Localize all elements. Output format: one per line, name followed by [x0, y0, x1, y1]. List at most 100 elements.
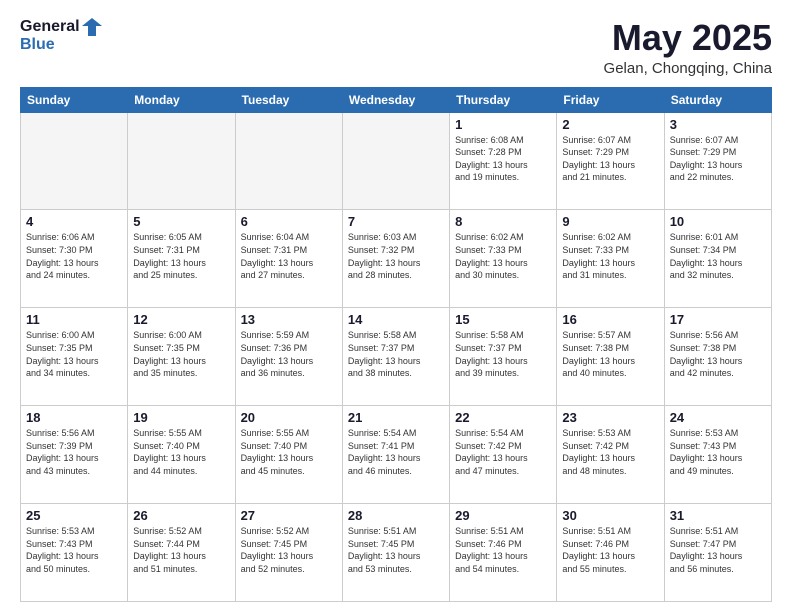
calendar-cell: 4Sunrise: 6:06 AMSunset: 7:30 PMDaylight… [21, 210, 128, 308]
calendar-cell: 12 Sunrise: 6:00 AMSunset: 7:35 PMDayligh… [128, 308, 235, 406]
calendar-cell: 29 Sunrise: 5:51 AMSunset: 7:46 PMDayligh… [450, 504, 557, 602]
calendar-cell: 11 Sunrise: 6:00 AMSunset: 7:35 PMDayligh… [21, 308, 128, 406]
calendar-header-sunday: Sunday [21, 87, 128, 112]
day-info: Sunrise: 5:53 AMSunset: 7:43 PMDaylight:… [670, 427, 766, 477]
calendar-cell: 6 Sunrise: 6:04 AMSunset: 7:31 PMDaylight… [235, 210, 342, 308]
calendar-cell: 8Sunrise: 6:02 AMSunset: 7:33 PMDaylight… [450, 210, 557, 308]
day-info: Sunrise: 5:53 AMSunset: 7:42 PMDaylight:… [562, 427, 658, 477]
calendar-cell [21, 112, 128, 210]
calendar-cell: 16Sunrise: 5:57 AMSunset: 7:38 PMDayligh… [557, 308, 664, 406]
calendar-header-wednesday: Wednesday [342, 87, 449, 112]
day-number: 19 [133, 410, 229, 425]
day-number: 15 [455, 312, 551, 327]
calendar-cell: 9 Sunrise: 6:02 AMSunset: 7:33 PMDaylight… [557, 210, 664, 308]
page: GeneralBlue May 2025 Gelan, Chongqing, C… [0, 0, 792, 612]
calendar-week-4: 18 Sunrise: 5:56 AMSunset: 7:39 PMDayligh… [21, 406, 772, 504]
day-info: Sunrise: 5:52 AMSunset: 7:45 PMDaylight:… [241, 525, 337, 575]
calendar-cell: 25Sunrise: 5:53 AMSunset: 7:43 PMDayligh… [21, 504, 128, 602]
calendar-week-3: 11 Sunrise: 6:00 AMSunset: 7:35 PMDayligh… [21, 308, 772, 406]
calendar-cell: 27 Sunrise: 5:52 AMSunset: 7:45 PMDayligh… [235, 504, 342, 602]
day-info: Sunrise: 6:02 AMSunset: 7:33 PMDaylight:… [562, 231, 658, 281]
day-number: 27 [241, 508, 337, 523]
day-number: 7 [348, 214, 444, 229]
day-number: 2 [562, 117, 658, 132]
day-info: Sunrise: 5:51 AMSunset: 7:46 PMDaylight:… [455, 525, 551, 575]
day-info: Sunrise: 5:51 AMSunset: 7:46 PMDaylight:… [562, 525, 658, 575]
day-info: Sunrise: 6:00 AMSunset: 7:35 PMDaylight:… [133, 329, 229, 379]
day-number: 17 [670, 312, 766, 327]
day-info: Sunrise: 5:55 AMSunset: 7:40 PMDaylight:… [241, 427, 337, 477]
day-number: 9 [562, 214, 658, 229]
calendar-cell: 24 Sunrise: 5:53 AMSunset: 7:43 PMDayligh… [664, 406, 771, 504]
calendar-header-friday: Friday [557, 87, 664, 112]
day-number: 30 [562, 508, 658, 523]
calendar-header-thursday: Thursday [450, 87, 557, 112]
title-block: May 2025 Gelan, Chongqing, China [604, 18, 772, 77]
day-info: Sunrise: 6:05 AMSunset: 7:31 PMDaylight:… [133, 231, 229, 281]
day-info: Sunrise: 5:58 AMSunset: 7:37 PMDaylight:… [348, 329, 444, 379]
day-number: 24 [670, 410, 766, 425]
day-info: Sunrise: 5:59 AMSunset: 7:36 PMDaylight:… [241, 329, 337, 379]
calendar-header-monday: Monday [128, 87, 235, 112]
calendar-table: SundayMondayTuesdayWednesdayThursdayFrid… [20, 87, 772, 602]
day-info: Sunrise: 5:58 AMSunset: 7:37 PMDaylight:… [455, 329, 551, 379]
day-number: 29 [455, 508, 551, 523]
location: Gelan, Chongqing, China [604, 60, 772, 77]
calendar-cell: 26Sunrise: 5:52 AMSunset: 7:44 PMDayligh… [128, 504, 235, 602]
day-number: 4 [26, 214, 122, 229]
day-number: 23 [562, 410, 658, 425]
day-number: 18 [26, 410, 122, 425]
day-number: 8 [455, 214, 551, 229]
day-info: Sunrise: 5:51 AMSunset: 7:47 PMDaylight:… [670, 525, 766, 575]
calendar-cell: 7Sunrise: 6:03 AMSunset: 7:32 PMDaylight… [342, 210, 449, 308]
calendar-week-2: 4Sunrise: 6:06 AMSunset: 7:30 PMDaylight… [21, 210, 772, 308]
day-number: 21 [348, 410, 444, 425]
calendar-cell: 1 Sunrise: 6:08 AMSunset: 7:28 PMDaylight… [450, 112, 557, 210]
calendar-cell: 18 Sunrise: 5:56 AMSunset: 7:39 PMDayligh… [21, 406, 128, 504]
calendar-cell: 2 Sunrise: 6:07 AMSunset: 7:29 PMDaylight… [557, 112, 664, 210]
day-info: Sunrise: 6:07 AMSunset: 7:29 PMDaylight:… [562, 134, 658, 184]
calendar-cell: 19 Sunrise: 5:55 AMSunset: 7:40 PMDayligh… [128, 406, 235, 504]
calendar-cell: 17Sunrise: 5:56 AMSunset: 7:38 PMDayligh… [664, 308, 771, 406]
day-info: Sunrise: 6:01 AMSunset: 7:34 PMDaylight:… [670, 231, 766, 281]
calendar-header-row: SundayMondayTuesdayWednesdayThursdayFrid… [21, 87, 772, 112]
calendar-cell: 5 Sunrise: 6:05 AMSunset: 7:31 PMDaylight… [128, 210, 235, 308]
calendar-cell: 20 Sunrise: 5:55 AMSunset: 7:40 PMDayligh… [235, 406, 342, 504]
day-number: 1 [455, 117, 551, 132]
calendar-cell: 22Sunrise: 5:54 AMSunset: 7:42 PMDayligh… [450, 406, 557, 504]
day-info: Sunrise: 5:53 AMSunset: 7:43 PMDaylight:… [26, 525, 122, 575]
calendar-cell: 3 Sunrise: 6:07 AMSunset: 7:29 PMDaylight… [664, 112, 771, 210]
calendar-header-saturday: Saturday [664, 87, 771, 112]
day-info: Sunrise: 5:51 AMSunset: 7:45 PMDaylight:… [348, 525, 444, 575]
day-number: 5 [133, 214, 229, 229]
day-info: Sunrise: 6:08 AMSunset: 7:28 PMDaylight:… [455, 134, 551, 184]
day-info: Sunrise: 6:07 AMSunset: 7:29 PMDaylight:… [670, 134, 766, 184]
calendar-cell: 28 Sunrise: 5:51 AMSunset: 7:45 PMDayligh… [342, 504, 449, 602]
day-info: Sunrise: 5:55 AMSunset: 7:40 PMDaylight:… [133, 427, 229, 477]
day-number: 28 [348, 508, 444, 523]
day-number: 20 [241, 410, 337, 425]
header: GeneralBlue May 2025 Gelan, Chongqing, C… [20, 18, 772, 77]
day-number: 12 [133, 312, 229, 327]
day-info: Sunrise: 6:04 AMSunset: 7:31 PMDaylight:… [241, 231, 337, 281]
calendar-cell [235, 112, 342, 210]
calendar-week-1: 1 Sunrise: 6:08 AMSunset: 7:28 PMDaylight… [21, 112, 772, 210]
day-number: 11 [26, 312, 122, 327]
calendar-cell: 15 Sunrise: 5:58 AMSunset: 7:37 PMDayligh… [450, 308, 557, 406]
calendar-week-5: 25Sunrise: 5:53 AMSunset: 7:43 PMDayligh… [21, 504, 772, 602]
calendar-cell: 21 Sunrise: 5:54 AMSunset: 7:41 PMDayligh… [342, 406, 449, 504]
day-info: Sunrise: 6:00 AMSunset: 7:35 PMDaylight:… [26, 329, 122, 379]
day-number: 3 [670, 117, 766, 132]
day-info: Sunrise: 5:54 AMSunset: 7:41 PMDaylight:… [348, 427, 444, 477]
calendar-header-tuesday: Tuesday [235, 87, 342, 112]
day-number: 14 [348, 312, 444, 327]
day-number: 31 [670, 508, 766, 523]
logo: GeneralBlue [20, 18, 102, 54]
day-number: 6 [241, 214, 337, 229]
calendar-cell [128, 112, 235, 210]
day-info: Sunrise: 5:56 AMSunset: 7:39 PMDaylight:… [26, 427, 122, 477]
day-number: 13 [241, 312, 337, 327]
day-number: 10 [670, 214, 766, 229]
day-info: Sunrise: 5:57 AMSunset: 7:38 PMDaylight:… [562, 329, 658, 379]
calendar-cell [342, 112, 449, 210]
